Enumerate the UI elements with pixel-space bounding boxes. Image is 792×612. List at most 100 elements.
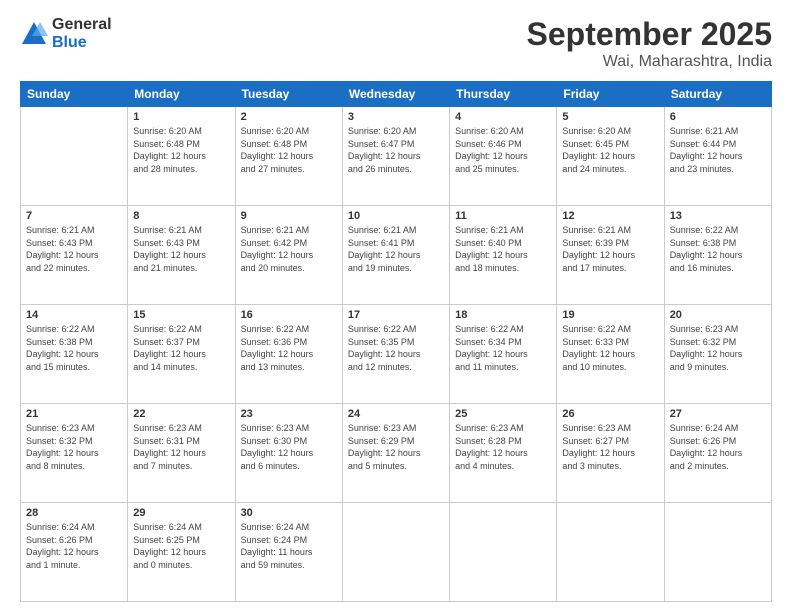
- day-number: 16: [241, 309, 337, 321]
- calendar-cell: 29 Sunrise: 6:24 AM Sunset: 6:25 PM Dayli…: [128, 503, 235, 602]
- day-info: Sunrise: 6:24 AM Sunset: 6:26 PM Dayligh…: [670, 422, 766, 472]
- day-number: 11: [455, 210, 551, 222]
- calendar-cell: 11 Sunrise: 6:21 AM Sunset: 6:40 PM Dayli…: [450, 206, 557, 305]
- day-number: 12: [562, 210, 658, 222]
- calendar-cell: 21Sunrise: 6:23 AM Sunset: 6:32 PM Dayli…: [21, 404, 128, 503]
- logo: General Blue: [20, 16, 112, 51]
- header: General Blue September 2025 Wai, Maharas…: [20, 16, 772, 71]
- calendar-cell: 28 Sunrise: 6:24 AM Sunset: 6:26 PM Dayli…: [21, 503, 128, 602]
- day-info: Sunrise: 6:24 AM Sunset: 6:26 PM Dayligh…: [26, 521, 122, 571]
- day-number: 8: [133, 210, 229, 222]
- calendar-cell: 3 Sunrise: 6:20 AM Sunset: 6:47 PM Daylig…: [342, 107, 449, 206]
- col-tuesday: Tuesday: [235, 82, 342, 107]
- calendar-cell: [342, 503, 449, 602]
- day-number: 29: [133, 507, 229, 519]
- calendar-week-row: 28 Sunrise: 6:24 AM Sunset: 6:26 PM Dayli…: [21, 503, 772, 602]
- calendar-cell: 8 Sunrise: 6:21 AM Sunset: 6:43 PM Daylig…: [128, 206, 235, 305]
- day-number: 3: [348, 111, 444, 123]
- day-number: 9: [241, 210, 337, 222]
- day-number: 22: [133, 408, 229, 420]
- day-info: Sunrise: 6:23 AM Sunset: 6:28 PM Dayligh…: [455, 422, 551, 472]
- day-number: 30: [241, 507, 337, 519]
- calendar-cell: 14Sunrise: 6:22 AM Sunset: 6:38 PM Dayli…: [21, 305, 128, 404]
- day-number: 18: [455, 309, 551, 321]
- day-number: 5: [562, 111, 658, 123]
- day-info: Sunrise: 6:21 AM Sunset: 6:44 PM Dayligh…: [670, 125, 766, 175]
- calendar-cell: 7 Sunrise: 6:21 AM Sunset: 6:43 PM Daylig…: [21, 206, 128, 305]
- col-monday: Monday: [128, 82, 235, 107]
- calendar-cell: 16Sunrise: 6:22 AM Sunset: 6:36 PM Dayli…: [235, 305, 342, 404]
- page: General Blue September 2025 Wai, Maharas…: [0, 0, 792, 612]
- calendar-cell: 30 Sunrise: 6:24 AM Sunset: 6:24 PM Dayli…: [235, 503, 342, 602]
- day-number: 1: [133, 111, 229, 123]
- day-info: Sunrise: 6:21 AM Sunset: 6:39 PM Dayligh…: [562, 224, 658, 274]
- day-info: Sunrise: 6:23 AM Sunset: 6:27 PM Dayligh…: [562, 422, 658, 472]
- calendar-week-row: 1 Sunrise: 6:20 AM Sunset: 6:48 PM Daylig…: [21, 107, 772, 206]
- title-block: September 2025 Wai, Maharashtra, India: [527, 16, 772, 71]
- day-number: 15: [133, 309, 229, 321]
- calendar-cell: [450, 503, 557, 602]
- day-number: 17: [348, 309, 444, 321]
- day-info: Sunrise: 6:21 AM Sunset: 6:40 PM Dayligh…: [455, 224, 551, 274]
- day-info: Sunrise: 6:23 AM Sunset: 6:32 PM Dayligh…: [670, 323, 766, 373]
- calendar-cell: 6 Sunrise: 6:21 AM Sunset: 6:44 PM Daylig…: [664, 107, 771, 206]
- calendar-cell: 18 Sunrise: 6:22 AM Sunset: 6:34 PM Dayli…: [450, 305, 557, 404]
- day-number: 6: [670, 111, 766, 123]
- title-month: September 2025: [527, 16, 772, 53]
- col-saturday: Saturday: [664, 82, 771, 107]
- day-number: 23: [241, 408, 337, 420]
- day-info: Sunrise: 6:21 AM Sunset: 6:43 PM Dayligh…: [133, 224, 229, 274]
- day-info: Sunrise: 6:21 AM Sunset: 6:43 PM Dayligh…: [26, 224, 122, 274]
- calendar-cell: [664, 503, 771, 602]
- calendar-cell: 17Sunrise: 6:22 AM Sunset: 6:35 PM Dayli…: [342, 305, 449, 404]
- calendar-cell: 22Sunrise: 6:23 AM Sunset: 6:31 PM Dayli…: [128, 404, 235, 503]
- day-info: Sunrise: 6:24 AM Sunset: 6:25 PM Dayligh…: [133, 521, 229, 571]
- day-info: Sunrise: 6:22 AM Sunset: 6:38 PM Dayligh…: [26, 323, 122, 373]
- calendar-cell: 13Sunrise: 6:22 AM Sunset: 6:38 PM Dayli…: [664, 206, 771, 305]
- day-info: Sunrise: 6:20 AM Sunset: 6:48 PM Dayligh…: [241, 125, 337, 175]
- calendar-cell: 19Sunrise: 6:22 AM Sunset: 6:33 PM Dayli…: [557, 305, 664, 404]
- logo-blue: Blue: [52, 34, 112, 52]
- calendar-cell: [557, 503, 664, 602]
- calendar-cell: 10Sunrise: 6:21 AM Sunset: 6:41 PM Dayli…: [342, 206, 449, 305]
- logo-general: General: [52, 16, 112, 34]
- day-info: Sunrise: 6:22 AM Sunset: 6:33 PM Dayligh…: [562, 323, 658, 373]
- day-number: 2: [241, 111, 337, 123]
- calendar-cell: 26Sunrise: 6:23 AM Sunset: 6:27 PM Dayli…: [557, 404, 664, 503]
- day-info: Sunrise: 6:20 AM Sunset: 6:46 PM Dayligh…: [455, 125, 551, 175]
- calendar-cell: 5Sunrise: 6:20 AM Sunset: 6:45 PM Daylig…: [557, 107, 664, 206]
- calendar-cell: [21, 107, 128, 206]
- day-number: 20: [670, 309, 766, 321]
- calendar-cell: 25 Sunrise: 6:23 AM Sunset: 6:28 PM Dayli…: [450, 404, 557, 503]
- day-number: 7: [26, 210, 122, 222]
- day-number: 25: [455, 408, 551, 420]
- calendar-cell: 24Sunrise: 6:23 AM Sunset: 6:29 PM Dayli…: [342, 404, 449, 503]
- calendar-week-row: 7 Sunrise: 6:21 AM Sunset: 6:43 PM Daylig…: [21, 206, 772, 305]
- calendar-cell: 1Sunrise: 6:20 AM Sunset: 6:48 PM Daylig…: [128, 107, 235, 206]
- day-info: Sunrise: 6:23 AM Sunset: 6:29 PM Dayligh…: [348, 422, 444, 472]
- day-number: 4: [455, 111, 551, 123]
- day-info: Sunrise: 6:21 AM Sunset: 6:41 PM Dayligh…: [348, 224, 444, 274]
- col-thursday: Thursday: [450, 82, 557, 107]
- calendar-cell: 15 Sunrise: 6:22 AM Sunset: 6:37 PM Dayli…: [128, 305, 235, 404]
- day-info: Sunrise: 6:21 AM Sunset: 6:42 PM Dayligh…: [241, 224, 337, 274]
- day-number: 21: [26, 408, 122, 420]
- day-number: 13: [670, 210, 766, 222]
- day-info: Sunrise: 6:22 AM Sunset: 6:34 PM Dayligh…: [455, 323, 551, 373]
- calendar-cell: 2 Sunrise: 6:20 AM Sunset: 6:48 PM Daylig…: [235, 107, 342, 206]
- day-info: Sunrise: 6:24 AM Sunset: 6:24 PM Dayligh…: [241, 521, 337, 571]
- calendar-cell: 12 Sunrise: 6:21 AM Sunset: 6:39 PM Dayli…: [557, 206, 664, 305]
- day-info: Sunrise: 6:22 AM Sunset: 6:37 PM Dayligh…: [133, 323, 229, 373]
- calendar-cell: 23Sunrise: 6:23 AM Sunset: 6:30 PM Dayli…: [235, 404, 342, 503]
- calendar-week-row: 14Sunrise: 6:22 AM Sunset: 6:38 PM Dayli…: [21, 305, 772, 404]
- col-wednesday: Wednesday: [342, 82, 449, 107]
- col-friday: Friday: [557, 82, 664, 107]
- day-number: 28: [26, 507, 122, 519]
- calendar-table: Sunday Monday Tuesday Wednesday Thursday…: [20, 81, 772, 602]
- title-location: Wai, Maharashtra, India: [527, 53, 772, 71]
- day-info: Sunrise: 6:20 AM Sunset: 6:47 PM Dayligh…: [348, 125, 444, 175]
- logo-icon: [20, 20, 48, 48]
- day-number: 27: [670, 408, 766, 420]
- calendar-cell: 27 Sunrise: 6:24 AM Sunset: 6:26 PM Dayli…: [664, 404, 771, 503]
- logo-text: General Blue: [52, 16, 112, 51]
